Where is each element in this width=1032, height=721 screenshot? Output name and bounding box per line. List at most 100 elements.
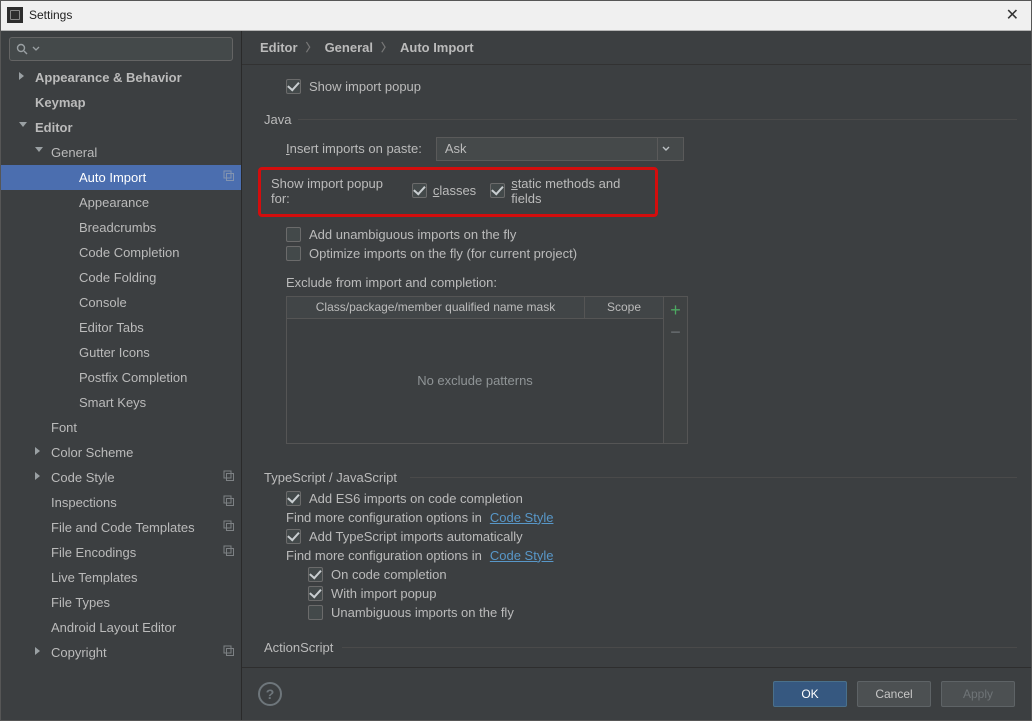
tree-item-label: Code Folding: [79, 270, 156, 285]
java-section-label: Java: [264, 112, 1017, 127]
tree-item-label: Live Templates: [51, 570, 137, 585]
with-import-popup-checkbox[interactable]: [308, 586, 323, 601]
insert-imports-label: Insert imports on paste:: [286, 141, 422, 156]
tree-item-label: Copyright: [51, 645, 107, 660]
actionscript-section-label: ActionScript: [264, 640, 1017, 655]
tree-item[interactable]: Font: [1, 415, 241, 440]
exclude-label: Exclude from import and completion:: [286, 275, 1017, 290]
remove-icon[interactable]: −: [670, 323, 681, 341]
tree-item[interactable]: Code Folding: [1, 265, 241, 290]
tree-item[interactable]: Live Templates: [1, 565, 241, 590]
copy-icon: [222, 644, 235, 660]
tree-item-label: Gutter Icons: [79, 345, 150, 360]
add-es6-label[interactable]: Add ES6 imports on code completion: [309, 491, 523, 506]
exclude-col-scope[interactable]: Scope: [585, 297, 663, 318]
close-icon[interactable]: ✕: [1000, 5, 1025, 25]
tree-item[interactable]: Inspections: [1, 490, 241, 515]
cancel-button[interactable]: Cancel: [857, 681, 931, 707]
chevron-right-icon: [19, 72, 29, 82]
ok-button[interactable]: OK: [773, 681, 847, 707]
tree-item[interactable]: Editor Tabs: [1, 315, 241, 340]
tree-item[interactable]: Postfix Completion: [1, 365, 241, 390]
add-ts-checkbox[interactable]: [286, 529, 301, 544]
tree-item-label: Appearance: [79, 195, 149, 210]
add-icon[interactable]: +: [670, 301, 681, 319]
chevron-down-icon: [19, 122, 29, 132]
chevron-right-icon: [35, 472, 45, 482]
unambiguous-ts-label[interactable]: Unambiguous imports on the fly: [331, 605, 514, 620]
optimize-imports-label[interactable]: Optimize imports on the fly (for current…: [309, 246, 577, 261]
tree-item[interactable]: Breadcrumbs: [1, 215, 241, 240]
tree-item-label: General: [51, 145, 97, 160]
add-ts-label[interactable]: Add TypeScript imports automatically: [309, 529, 523, 544]
window-title: Settings: [29, 8, 72, 22]
static-label[interactable]: static methods and fields: [511, 176, 645, 206]
crumb-editor: Editor: [260, 40, 298, 55]
show-import-popup-label[interactable]: Show import popup: [309, 79, 421, 94]
insert-imports-select[interactable]: Ask: [436, 137, 684, 161]
tree-item[interactable]: Keymap: [1, 90, 241, 115]
with-import-popup-label[interactable]: With import popup: [331, 586, 437, 601]
copy-icon: [222, 494, 235, 510]
tree-item-label: Code Style: [51, 470, 115, 485]
copy-icon: [222, 169, 235, 185]
optimize-imports-checkbox[interactable]: [286, 246, 301, 261]
tree-item[interactable]: Smart Keys: [1, 390, 241, 415]
exclude-table: Class/package/member qualified name mask…: [286, 296, 688, 444]
tree-item-label: Code Completion: [79, 245, 179, 260]
help-icon[interactable]: ?: [258, 682, 282, 706]
chevron-right-icon: 〉: [306, 39, 317, 55]
tree-item-label: Auto Import: [79, 170, 146, 185]
tree-item-label: File Encodings: [51, 545, 136, 560]
search-input[interactable]: [9, 37, 233, 61]
tree-item[interactable]: Android Layout Editor: [1, 615, 241, 640]
exclude-col-mask[interactable]: Class/package/member qualified name mask: [287, 297, 585, 318]
sidebar: Appearance & Behavior Keymap Editor General…: [1, 31, 242, 720]
on-code-completion-checkbox[interactable]: [308, 567, 323, 582]
chevron-down-icon: [657, 138, 675, 160]
tree-item[interactable]: Appearance: [1, 190, 241, 215]
classes-checkbox[interactable]: [412, 183, 427, 198]
add-unambiguous-checkbox[interactable]: [286, 227, 301, 242]
crumb-auto-import: Auto Import: [400, 40, 474, 55]
classes-label[interactable]: classes: [433, 183, 476, 198]
tree-item[interactable]: Code Completion: [1, 240, 241, 265]
show-import-popup-checkbox[interactable]: [286, 79, 301, 94]
search-icon: [16, 43, 28, 55]
tree-item-label: Editor: [35, 120, 73, 135]
add-unambiguous-label[interactable]: Add unambiguous imports on the fly: [309, 227, 516, 242]
unambiguous-ts-checkbox[interactable]: [308, 605, 323, 620]
tree-item-label: Console: [79, 295, 127, 310]
add-es6-checkbox[interactable]: [286, 491, 301, 506]
tree-item[interactable]: File Types: [1, 590, 241, 615]
tree-item-label: Appearance & Behavior: [35, 70, 182, 85]
tree-item[interactable]: General: [1, 140, 241, 165]
tree-item[interactable]: Console: [1, 290, 241, 315]
tree-item[interactable]: File Encodings: [1, 540, 241, 565]
tree-item-label: Inspections: [51, 495, 117, 510]
static-checkbox[interactable]: [490, 183, 505, 198]
tree-item[interactable]: Gutter Icons: [1, 340, 241, 365]
tree-item-label: Smart Keys: [79, 395, 146, 410]
copy-icon: [222, 519, 235, 535]
tree-item[interactable]: Auto Import: [1, 165, 241, 190]
chevron-right-icon: [35, 447, 45, 457]
tree-item[interactable]: Code Style: [1, 465, 241, 490]
tree-item[interactable]: Appearance & Behavior: [1, 65, 241, 90]
tree-item-label: Android Layout Editor: [51, 620, 176, 635]
settings-tree[interactable]: Appearance & Behavior Keymap Editor General…: [1, 65, 241, 720]
copy-icon: [222, 469, 235, 485]
on-code-completion-label[interactable]: On code completion: [331, 567, 447, 582]
tree-item[interactable]: Copyright: [1, 640, 241, 665]
tree-item[interactable]: Editor: [1, 115, 241, 140]
crumb-general: General: [325, 40, 373, 55]
tree-item[interactable]: File and Code Templates: [1, 515, 241, 540]
chevron-down-icon: [32, 45, 40, 53]
apply-button[interactable]: Apply: [941, 681, 1015, 707]
tree-item[interactable]: Color Scheme: [1, 440, 241, 465]
code-style-link[interactable]: Code Style: [490, 510, 554, 525]
exclude-empty: No exclude patterns: [287, 319, 663, 443]
chevron-right-icon: 〉: [381, 39, 392, 55]
tree-item-label: Keymap: [35, 95, 86, 110]
code-style-link-2[interactable]: Code Style: [490, 548, 554, 563]
